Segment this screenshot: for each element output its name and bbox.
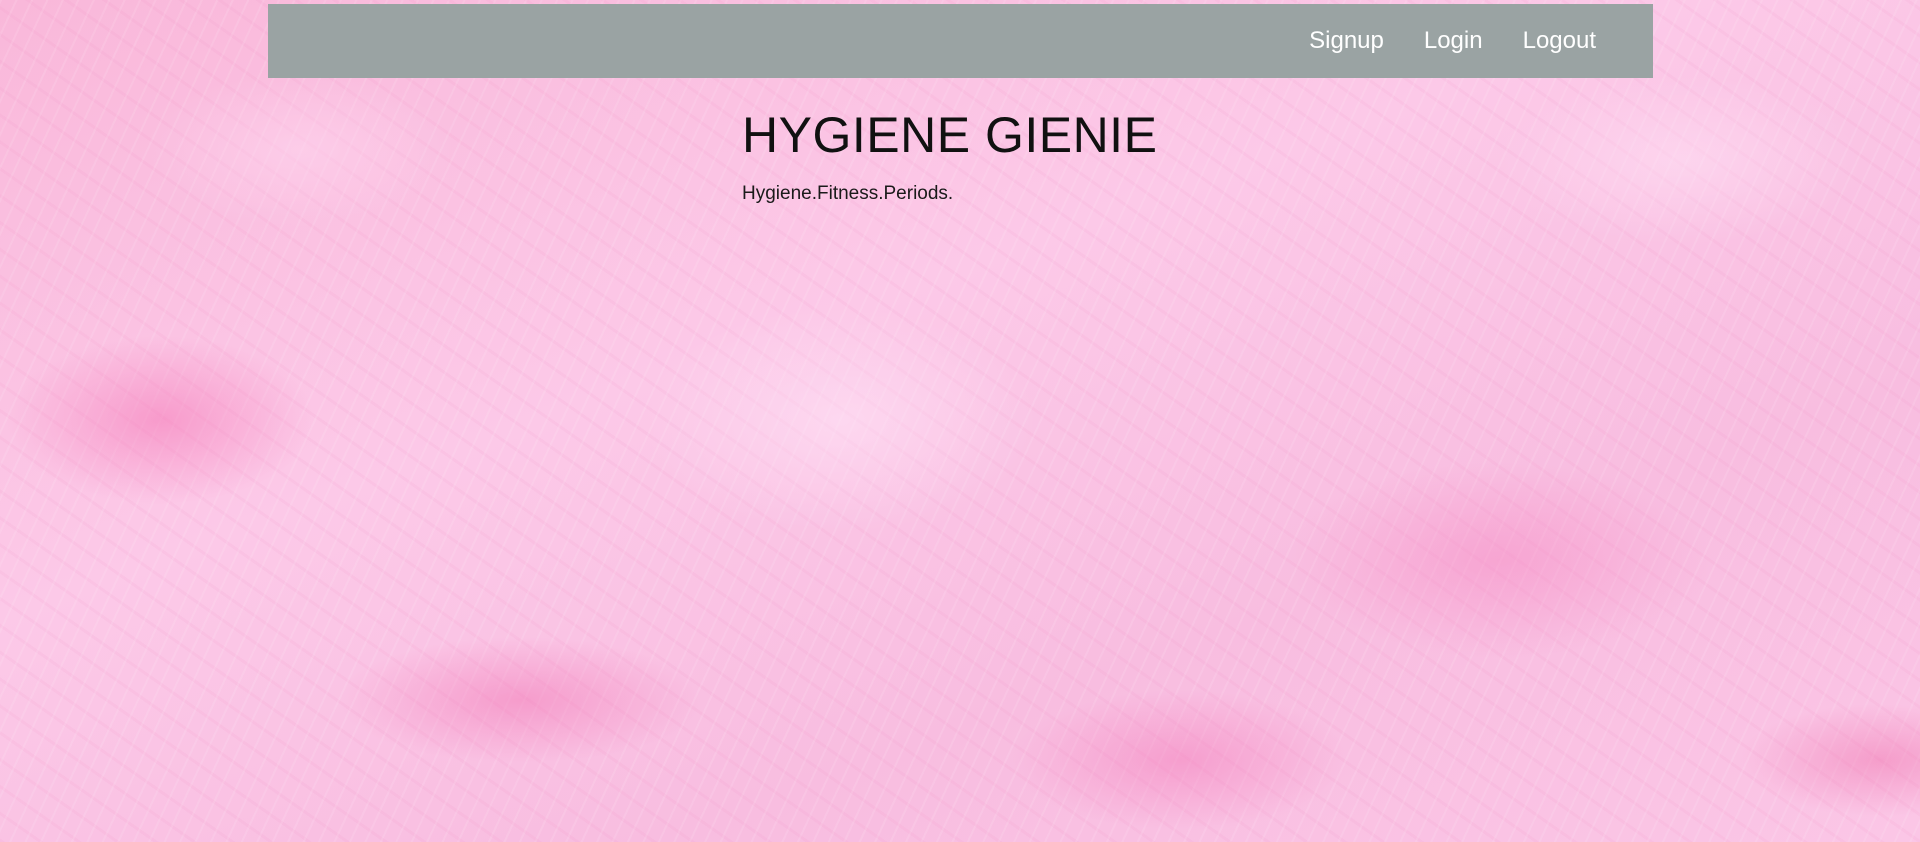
site-tagline: Hygiene.Fitness.Periods.: [742, 183, 954, 204]
top-navbar: Signup Login Logout: [268, 4, 1653, 78]
logout-link[interactable]: Logout: [1523, 29, 1596, 53]
hero-section: HYGIENE GIENIE Hygiene.Fitness.Periods.: [742, 108, 1157, 205]
site-title: HYGIENE GIENIE: [742, 107, 1158, 163]
login-link[interactable]: Login: [1424, 29, 1483, 53]
signup-link[interactable]: Signup: [1309, 29, 1384, 53]
